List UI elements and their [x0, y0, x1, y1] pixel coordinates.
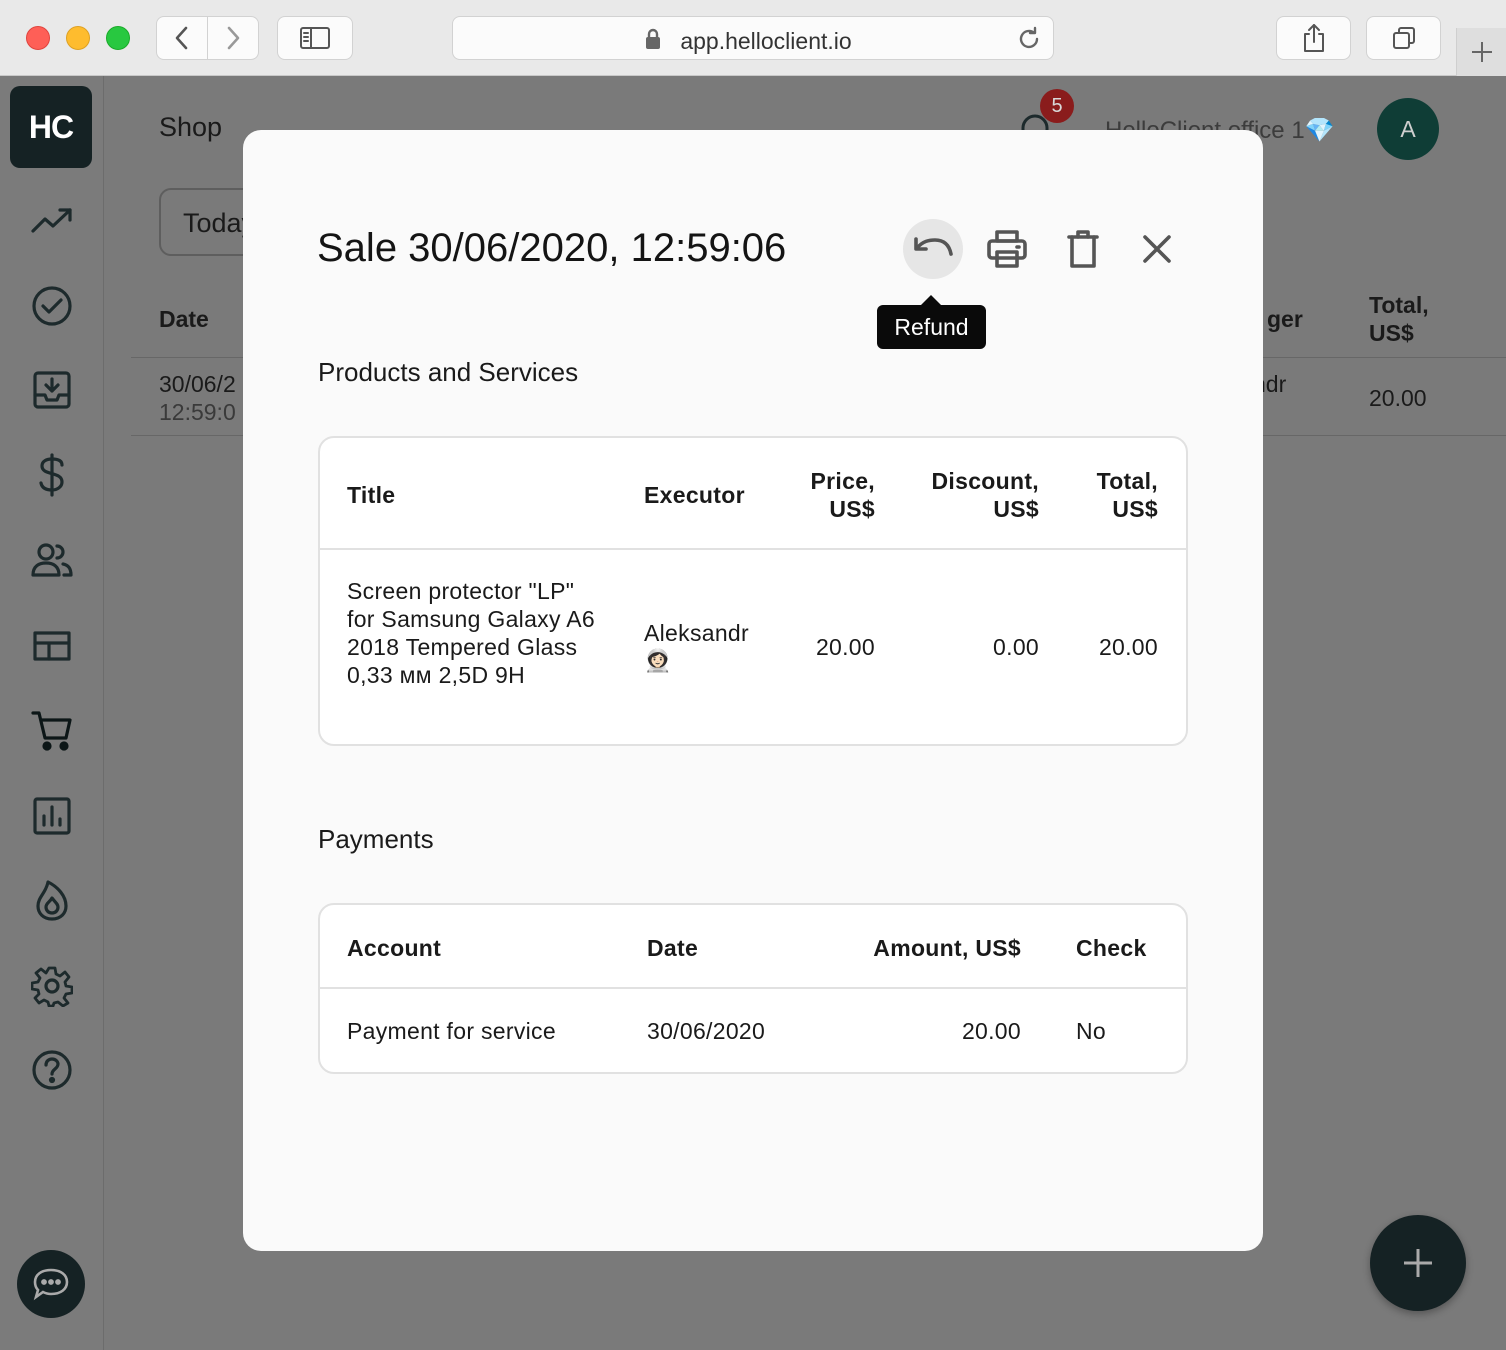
people-icon — [31, 543, 73, 577]
payment-check: No — [1076, 1018, 1107, 1044]
header-executor: Executor — [644, 482, 745, 508]
header-discount: Discount, US$ — [931, 468, 1039, 522]
trash-icon — [1067, 230, 1099, 268]
app-sidebar: HC — [0, 76, 104, 1350]
product-title: Screen protector "LP" for Samsung Galaxy… — [347, 578, 595, 688]
forward-button[interactable] — [207, 16, 259, 60]
printer-icon — [987, 230, 1027, 268]
sidebar-icon — [300, 27, 330, 49]
chat-icon — [33, 1268, 69, 1301]
notification-badge: 5 — [1040, 89, 1074, 123]
row-date: 30/06/2 — [159, 371, 236, 397]
nav-inbox[interactable] — [28, 366, 76, 414]
payment-account: Payment for service — [347, 1018, 556, 1044]
nav-schedule[interactable] — [28, 622, 76, 670]
delete-button[interactable] — [1053, 219, 1113, 279]
nav-clients[interactable] — [28, 536, 76, 584]
close-modal-button[interactable] — [1127, 219, 1187, 279]
product-discount: 0.00 — [993, 634, 1039, 660]
header-amount: Amount, US$ — [873, 935, 1021, 961]
refund-tooltip: Refund — [877, 295, 986, 349]
page-title: Shop — [159, 112, 223, 142]
table-layout-icon — [33, 631, 71, 661]
sidebar-toggle-button[interactable] — [277, 16, 353, 60]
nav-shop[interactable] — [28, 706, 76, 754]
product-executor: Aleksandr — [644, 620, 749, 646]
payments-table: Account Date Amount, US$ Check Payment f… — [318, 903, 1188, 1074]
col-manager-header: ger — [1267, 306, 1303, 332]
col-date-header: Date — [159, 306, 209, 332]
payments-section-title: Payments — [318, 824, 434, 854]
back-button[interactable] — [156, 16, 208, 60]
col-total-header: Total, US$ — [1369, 292, 1429, 346]
header-price: Price, US$ — [810, 468, 875, 522]
header-date: Date — [647, 935, 699, 961]
nav-settings[interactable] — [28, 962, 76, 1010]
header-divider — [320, 987, 1186, 989]
refund-button[interactable] — [903, 219, 963, 279]
avatar[interactable]: A — [1377, 98, 1439, 160]
address-bar[interactable]: app.helloclient.io — [452, 16, 1054, 60]
nav-tasks[interactable] — [28, 282, 76, 330]
chevron-left-icon — [175, 26, 188, 50]
modal-title: Sale 30/06/2020, 12:59:06 — [317, 226, 787, 270]
share-button[interactable] — [1276, 16, 1351, 60]
reload-icon[interactable] — [1015, 25, 1043, 53]
plus-icon — [1471, 42, 1492, 62]
product-total: 20.00 — [1098, 634, 1158, 660]
share-icon — [1303, 24, 1324, 52]
row-total: 20.00 — [1369, 385, 1427, 411]
header-check: Check — [1076, 935, 1147, 961]
close-icon — [1143, 235, 1171, 263]
sale-modal: Sale 30/06/2020, 12:59:06 Refund Product… — [243, 130, 1263, 1251]
tabs-icon — [1392, 27, 1415, 49]
tabs-overview-button[interactable] — [1366, 16, 1441, 60]
executor-emoji: 👩🏻‍🚀 — [644, 648, 672, 673]
payment-date: 30/06/2020 — [647, 1018, 766, 1044]
header-total: Total, US$ — [1096, 468, 1158, 522]
nav-marketing[interactable] — [28, 876, 76, 924]
payment-amount: 20.00 — [961, 1018, 1021, 1044]
settings-icon — [31, 966, 73, 1007]
product-price: 20.00 — [815, 634, 875, 660]
maximize-window-button[interactable] — [106, 26, 130, 50]
dollar-icon — [39, 453, 64, 497]
new-tab-button[interactable] — [1456, 28, 1506, 76]
flame-icon — [36, 880, 68, 921]
check-circle-icon — [32, 286, 72, 326]
app-logo[interactable]: HC — [10, 86, 92, 168]
close-window-button[interactable] — [26, 26, 50, 50]
minimize-window-button[interactable] — [66, 26, 90, 50]
header-account: Account — [347, 935, 442, 961]
header-divider — [320, 548, 1186, 550]
products-section-title: Products and Services — [318, 357, 579, 387]
bar-chart-icon — [33, 797, 71, 835]
nav-finance[interactable] — [28, 451, 76, 499]
chevron-right-icon — [227, 26, 240, 50]
nav-reports[interactable] — [28, 792, 76, 840]
trending-up-icon — [31, 208, 72, 233]
add-button[interactable] — [1370, 1215, 1466, 1311]
browser-toolbar: app.helloclient.io — [0, 0, 1506, 76]
nav-analytics[interactable] — [28, 196, 76, 244]
row-time: 12:59:0 — [159, 399, 236, 425]
help-icon — [32, 1050, 72, 1090]
inbox-download-icon — [33, 371, 71, 409]
header-title: Title — [347, 482, 396, 508]
plus-icon — [1404, 1249, 1432, 1277]
undo-icon — [914, 237, 953, 256]
cart-icon — [31, 711, 72, 751]
products-table: Title Executor Price, US$ Discount, US$ … — [318, 436, 1188, 746]
chat-button[interactable] — [17, 1250, 85, 1318]
print-button[interactable] — [977, 219, 1037, 279]
nav-help[interactable] — [28, 1046, 76, 1094]
url-text: app.helloclient.io — [680, 28, 852, 54]
